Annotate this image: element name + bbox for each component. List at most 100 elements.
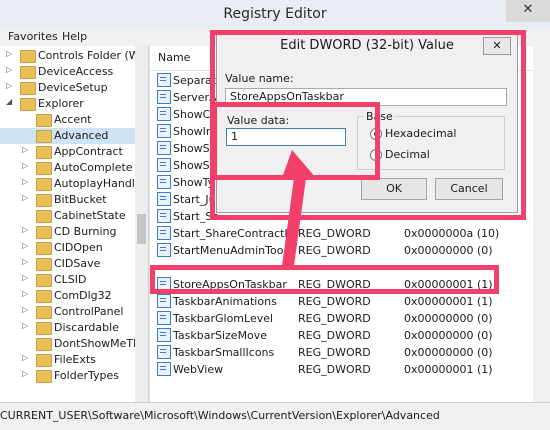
expand-arrow-icon[interactable]: ▷ <box>22 177 28 186</box>
expand-arrow-icon[interactable]: ▷ <box>22 321 28 330</box>
cell-name: ShowSu <box>173 159 217 172</box>
list-row[interactable]: TaskbarAnimations REG_DWORD 0x00000001 (1) <box>150 293 550 310</box>
menu-help[interactable]: Help <box>62 30 87 43</box>
folder-icon <box>36 178 52 191</box>
hexadecimal-radio[interactable] <box>370 128 382 140</box>
list-row[interactable]: WebView REG_DWORD 0x00000001 (1) <box>150 361 550 378</box>
cancel-button[interactable]: Cancel <box>435 178 503 200</box>
folder-icon <box>20 50 36 63</box>
registry-value-icon <box>157 311 171 325</box>
tree-item[interactable]: ▷ AutoComplete <box>0 160 148 176</box>
tree-item[interactable]: ◢ Explorer <box>0 96 148 112</box>
folder-icon <box>36 306 52 319</box>
base-group: Base Hexadecimal Decimal <box>357 110 505 170</box>
tree-scrollbar[interactable] <box>135 46 148 402</box>
expand-arrow-icon[interactable]: ▷ <box>22 353 28 362</box>
tree-scroll-thumb[interactable] <box>137 214 146 244</box>
menu-favorites[interactable]: Favorites <box>8 30 58 43</box>
title-bar: Registry Editor ✕ <box>0 0 550 28</box>
registry-value-icon <box>157 158 171 172</box>
tree-item[interactable]: ▷ FolderTypes <box>0 368 148 384</box>
tree-item-label: CLSID <box>54 273 87 286</box>
hexadecimal-label[interactable]: Hexadecimal <box>385 127 456 140</box>
cell-type: REG_DWORD <box>298 278 371 291</box>
tree-item[interactable]: Advanced <box>0 128 148 144</box>
list-row[interactable]: StartMenuAdminToo REG_DWORD 0x00000000 (0) <box>150 242 550 259</box>
tree-item[interactable]: ▷ AutoplayHandler <box>0 176 148 192</box>
cell-type: REG_DWORD <box>298 227 371 240</box>
registry-value-icon <box>157 192 171 206</box>
tree-item-label: Explorer <box>38 97 84 110</box>
expand-arrow-icon[interactable]: ▷ <box>22 273 28 282</box>
tree-item[interactable]: Accent <box>0 112 148 128</box>
tree-item-label: DeviceSetup <box>38 81 108 94</box>
tree-item[interactable]: ▷ ComDlg32 <box>0 288 148 304</box>
decimal-radio[interactable] <box>370 149 382 161</box>
tree-item[interactable]: ▷ Controls Folder (Wo <box>0 48 148 64</box>
tree-item[interactable]: ▷ DeviceAccess <box>0 64 148 80</box>
tree-item[interactable]: ▷ Discardable <box>0 320 148 336</box>
dialog-close-button[interactable]: ✕ <box>483 37 511 55</box>
status-bar: CURRENT_USER\Software\Microsoft\Windows\… <box>0 402 550 430</box>
tree-item[interactable]: DontShowMeThi <box>0 336 148 352</box>
value-name-field[interactable]: StoreAppsOnTaskbar <box>225 88 507 106</box>
expand-arrow-icon[interactable]: ▷ <box>22 305 28 314</box>
expand-arrow-icon[interactable]: ▷ <box>6 81 12 90</box>
cell-data: 0x0000000a (10) <box>404 227 500 240</box>
value-name-label: Value name: <box>225 72 294 85</box>
window-close-button[interactable]: ✕ <box>506 0 550 22</box>
expand-arrow-icon[interactable]: ▷ <box>22 257 28 266</box>
tree-item[interactable]: CabinetState <box>0 208 148 224</box>
expand-arrow-icon[interactable]: ▷ <box>22 225 28 234</box>
expand-arrow-icon[interactable]: ▷ <box>6 49 12 58</box>
expand-arrow-icon[interactable]: ▷ <box>6 65 12 74</box>
list-row[interactable]: TaskbarSmallIcons REG_DWORD 0x00000000 (0) <box>150 344 550 361</box>
list-row[interactable]: TaskbarGlomLevel REG_DWORD 0x00000000 (0) <box>150 310 550 327</box>
tree-item-label: CIDSave <box>54 257 101 270</box>
expand-arrow-icon[interactable]: ▷ <box>22 289 28 298</box>
registry-value-icon <box>157 175 171 189</box>
expand-arrow-icon[interactable]: ▷ <box>22 145 28 154</box>
registry-tree[interactable]: ▷ Controls Folder (Wo ▷ DeviceAccess ▷ Device… <box>0 46 149 402</box>
list-row[interactable]: TaskbarSizeMove REG_DWORD 0x00000000 (0) <box>150 327 550 344</box>
expand-arrow-icon[interactable]: ▷ <box>22 369 28 378</box>
list-row[interactable]: StoreAppsOnTaskbar REG_DWORD 0x00000001 (1… <box>150 276 550 293</box>
cell-type: REG_DWORD <box>298 363 371 376</box>
tree-item-label: CabinetState <box>54 209 126 222</box>
cell-type: REG_DWORD <box>298 244 371 257</box>
folder-icon <box>36 114 52 127</box>
list-row[interactable] <box>150 259 550 276</box>
tree-item-label: DontShowMeThi <box>54 337 144 350</box>
decimal-label[interactable]: Decimal <box>385 148 430 161</box>
edit-dword-dialog: Edit DWORD (32-bit) Value ✕ Value name: … <box>216 33 518 213</box>
tree-item[interactable]: ▷ CIDSave <box>0 256 148 272</box>
tree-item[interactable]: ▷ CD Burning <box>0 224 148 240</box>
cell-name: TaskbarSizeMove <box>173 329 268 342</box>
tree-item[interactable]: ▷ DeviceSetup <box>0 80 148 96</box>
value-data-input[interactable]: 1 <box>226 128 346 146</box>
registry-value-icon <box>157 226 171 240</box>
expand-arrow-icon[interactable]: ▷ <box>22 241 28 250</box>
tree-item[interactable]: ▷ CIDOpen <box>0 240 148 256</box>
column-header-name[interactable]: Name <box>158 51 190 64</box>
tree-item[interactable]: ▷ AppContract <box>0 144 148 160</box>
tree-item[interactable]: ▷ ControlPanel <box>0 304 148 320</box>
list-scrollbar[interactable] <box>533 46 550 402</box>
tree-item-label: AutoComplete <box>54 161 133 174</box>
cell-name: ServerA <box>173 91 217 104</box>
list-row[interactable]: Start_ShareContractH REG_DWORD 0x0000000a … <box>150 225 550 242</box>
tree-item[interactable]: ▷ FileExts <box>0 352 148 368</box>
expand-arrow-icon[interactable]: ▷ <box>22 161 28 170</box>
tree-item[interactable]: ▷ CLSID <box>0 272 148 288</box>
cell-name: TaskbarAnimations <box>173 295 277 308</box>
expand-arrow-icon[interactable]: ▷ <box>22 193 28 202</box>
cell-name: ShowTy <box>173 176 215 189</box>
ok-button[interactable]: OK <box>361 178 427 200</box>
registry-value-icon <box>157 328 171 342</box>
cell-data: 0x00000001 (1) <box>404 295 493 308</box>
tree-item[interactable]: ▷ BitBucket <box>0 192 148 208</box>
cell-type: REG_DWORD <box>298 312 371 325</box>
registry-value-icon <box>157 90 171 104</box>
tree-item-label: Controls Folder (Wo <box>38 49 146 62</box>
expanded-arrow-icon[interactable]: ◢ <box>6 97 12 106</box>
